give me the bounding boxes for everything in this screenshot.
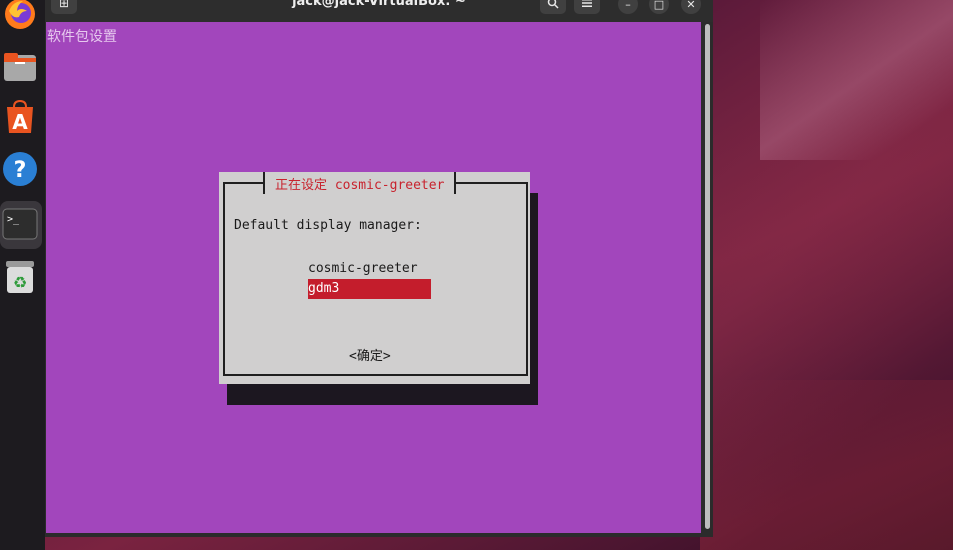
svg-text:A: A	[12, 110, 28, 134]
wallpaper-streak	[700, 0, 953, 550]
search-button[interactable]	[540, 0, 566, 14]
option-cosmic-greeter[interactable]: cosmic-greeter	[308, 259, 431, 279]
dialog-prompt: Default display manager:	[234, 218, 422, 233]
ok-button[interactable]: <确定>	[349, 345, 391, 364]
window-title: jack@jack-VirtualBox: ~	[292, 0, 466, 9]
dialog-title-wrap: 正在设定 cosmic-greeter	[263, 172, 457, 194]
scrollbar[interactable]	[703, 22, 711, 533]
close-icon: ✕	[686, 0, 696, 11]
wallpaper-glow	[700, 380, 953, 550]
firefox-icon[interactable]	[2, 0, 38, 32]
minimize-icon: –	[625, 0, 631, 11]
package-config-header: 软件包设置	[47, 29, 117, 45]
trash-icon[interactable]: ♻	[2, 259, 38, 295]
svg-text:?: ?	[14, 158, 27, 183]
app-center-icon[interactable]: A	[2, 99, 38, 135]
svg-text:♻: ♻	[13, 273, 27, 292]
files-icon[interactable]	[2, 48, 38, 84]
scrollbar-thumb[interactable]	[705, 24, 710, 529]
menu-icon	[582, 0, 592, 7]
terminal-window: ⊞ jack@jack-VirtualBox: ~ – □ ✕ 软件包设置 正在…	[45, 0, 713, 537]
dialog-title: 正在设定 cosmic-greeter	[275, 177, 445, 193]
wallpaper-highlight	[760, 0, 953, 160]
titlebar: ⊞ jack@jack-VirtualBox: ~ – □ ✕	[45, 0, 713, 22]
search-icon	[547, 0, 559, 9]
dock: A ? >_ ♻	[0, 0, 45, 550]
minimize-button[interactable]: –	[618, 0, 638, 14]
help-icon[interactable]: ?	[2, 151, 38, 187]
close-button[interactable]: ✕	[681, 0, 701, 14]
terminal-icon[interactable]: >_	[2, 206, 38, 242]
terminal-body[interactable]: 软件包设置 正在设定 cosmic-greeter Default displa…	[46, 22, 701, 533]
debconf-dialog: 正在设定 cosmic-greeter Default display mana…	[219, 172, 530, 384]
option-gdm3[interactable]: gdm3	[308, 279, 431, 299]
maximize-icon: □	[653, 0, 665, 11]
menu-button[interactable]	[574, 0, 600, 14]
maximize-button[interactable]: □	[649, 0, 669, 14]
svg-text:>_: >_	[7, 214, 20, 225]
